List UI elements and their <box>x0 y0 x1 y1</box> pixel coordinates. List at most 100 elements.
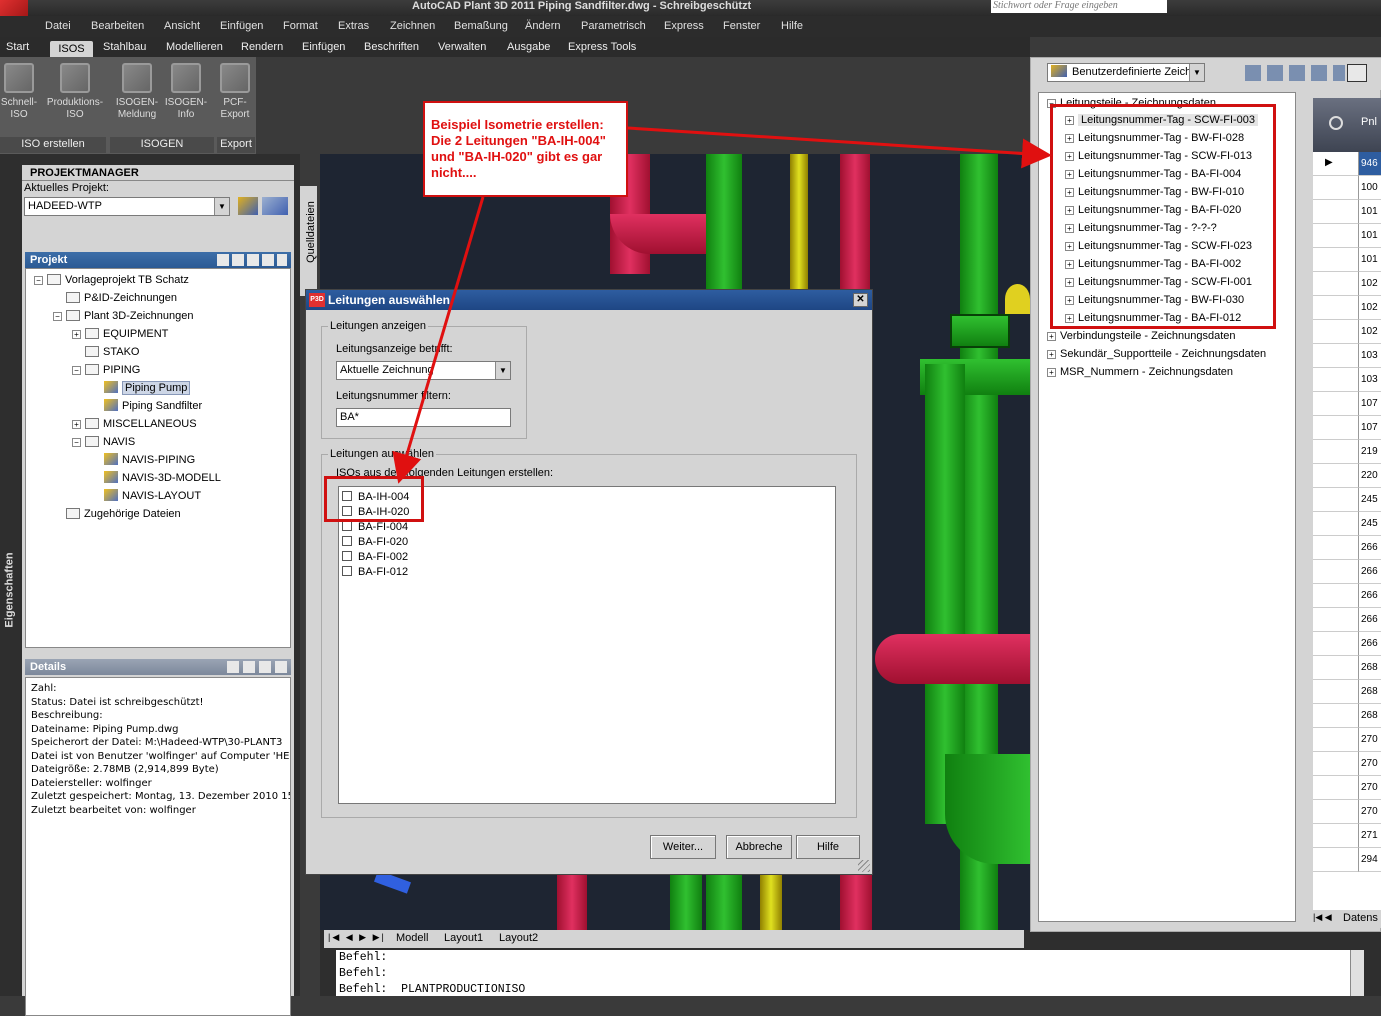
menu-express[interactable]: Express <box>664 20 704 32</box>
menu-bemassung[interactable]: Bemaßung <box>454 20 508 32</box>
tree-item[interactable]: − NAVIS <box>72 435 135 449</box>
tree-node-group[interactable]: + Verbindungsteile - Zeichnungsdaten <box>1047 329 1236 343</box>
tree-item[interactable]: STAKO <box>72 345 139 359</box>
menu-datei[interactable]: Datei <box>45 20 71 32</box>
project-settings-icon[interactable] <box>238 197 258 215</box>
grid-row-header[interactable] <box>1313 368 1359 392</box>
tab-rendern[interactable]: Rendern <box>241 41 283 53</box>
production-iso-button[interactable]: Produktions- ISO <box>44 63 106 129</box>
grid-cell[interactable]: 102 <box>1359 296 1381 320</box>
grid-cell[interactable]: 270 <box>1359 800 1381 824</box>
tree-item[interactable]: + EQUIPMENT <box>72 327 168 341</box>
grid-row-header[interactable] <box>1313 416 1359 440</box>
grid-cell[interactable]: 946 <box>1359 152 1381 176</box>
grid-cell[interactable]: 268 <box>1359 656 1381 680</box>
grid-cell[interactable]: 101 <box>1359 200 1381 224</box>
grid-cell[interactable]: 102 <box>1359 272 1381 296</box>
grid-nav-icon[interactable]: |◀ ◀ <box>1313 912 1332 923</box>
tab-einfuegen[interactable]: Einfügen <box>302 41 345 53</box>
close-button[interactable]: ✕ <box>853 293 868 307</box>
grid-cell[interactable]: 220 <box>1359 464 1381 488</box>
line-checkbox-item[interactable]: BA-FI-020 <box>342 535 408 549</box>
grid-row-header[interactable] <box>1313 776 1359 800</box>
pcf-export-button[interactable]: PCF- Export <box>212 63 258 129</box>
tree-node-group[interactable]: + Sekundär_Supportteile - Zeichnungsdaten <box>1047 347 1266 361</box>
grid-row-header[interactable]: ▶ <box>1313 152 1359 176</box>
menu-aendern[interactable]: Ändern <box>525 20 560 32</box>
project-toolbar-icons[interactable] <box>217 254 287 266</box>
grid-row-header[interactable] <box>1313 320 1359 344</box>
grid-row-header[interactable] <box>1313 632 1359 656</box>
line-checkbox-item[interactable]: BA-FI-004 <box>342 520 408 534</box>
grid-row-header[interactable] <box>1313 824 1359 848</box>
menu-einfuegen[interactable]: Einfügen <box>220 20 263 32</box>
grid-cell[interactable]: 271 <box>1359 824 1381 848</box>
grid-cell[interactable]: 101 <box>1359 224 1381 248</box>
tree-item[interactable]: Piping Sandfilter <box>91 399 202 413</box>
grid-row-header[interactable] <box>1313 248 1359 272</box>
grid-row-header[interactable] <box>1313 536 1359 560</box>
tab-verwalten[interactable]: Verwalten <box>438 41 486 53</box>
layout-nav-arrows-icon[interactable]: |◀ ◀ ▶ ▶| <box>328 932 386 943</box>
grid-row-header[interactable] <box>1313 512 1359 536</box>
checkbox[interactable] <box>342 536 352 546</box>
grid-row-header[interactable] <box>1313 728 1359 752</box>
grid-cell[interactable]: 294 <box>1359 848 1381 872</box>
expand-toggle-icon[interactable]: + <box>72 330 81 339</box>
line-checkbox-item[interactable]: BA-FI-002 <box>342 550 408 564</box>
grid-cell[interactable]: 270 <box>1359 752 1381 776</box>
grid-cell[interactable]: 103 <box>1359 344 1381 368</box>
filter-input[interactable]: BA* <box>336 408 511 427</box>
grid-cell[interactable]: 107 <box>1359 416 1381 440</box>
grid-cell[interactable]: 100 <box>1359 176 1381 200</box>
grid-cell[interactable]: 101 <box>1359 248 1381 272</box>
grid-row-header[interactable] <box>1313 752 1359 776</box>
grid-row-header[interactable] <box>1313 464 1359 488</box>
expand-toggle-icon[interactable]: + <box>1047 350 1056 359</box>
grid-row-header[interactable] <box>1313 584 1359 608</box>
grid-row-header[interactable] <box>1313 344 1359 368</box>
tab-beschriften[interactable]: Beschriften <box>364 41 419 53</box>
menu-bearbeiten[interactable]: Bearbeiten <box>91 20 144 32</box>
menu-hilfe[interactable]: Hilfe <box>781 20 803 32</box>
command-scrollbar[interactable] <box>1350 950 1364 996</box>
open-project-icon[interactable] <box>262 197 288 215</box>
tab-express-tools[interactable]: Express Tools <box>568 41 636 53</box>
tree-item[interactable]: P&ID-Zeichnungen <box>53 291 177 305</box>
properties-strip[interactable]: Eigenschaften <box>0 154 20 996</box>
checkbox[interactable] <box>342 566 352 576</box>
grid-cell[interactable]: 103 <box>1359 368 1381 392</box>
menu-fenster[interactable]: Fenster <box>723 20 760 32</box>
grid-row-header[interactable] <box>1313 176 1359 200</box>
grid-row-header[interactable] <box>1313 848 1359 872</box>
grid-row-header[interactable] <box>1313 560 1359 584</box>
tree-item[interactable]: Zugehörige Dateien <box>53 507 181 521</box>
help-button[interactable]: Hilfe <box>796 835 860 859</box>
grid-row-header[interactable] <box>1313 656 1359 680</box>
grid-row-header[interactable] <box>1313 488 1359 512</box>
grid-cell[interactable]: 268 <box>1359 680 1381 704</box>
quick-iso-button[interactable]: Schnell- ISO <box>0 63 42 129</box>
tree-item[interactable]: NAVIS-PIPING <box>91 453 195 467</box>
grid-cell[interactable]: 270 <box>1359 776 1381 800</box>
grid-cell[interactable]: 219 <box>1359 440 1381 464</box>
tree-item[interactable]: NAVIS-3D-MODELL <box>91 471 221 485</box>
grid-row-header[interactable] <box>1313 608 1359 632</box>
grid-row-header[interactable] <box>1313 296 1359 320</box>
grid-row-header[interactable] <box>1313 224 1359 248</box>
isogen-info-button[interactable]: ISOGEN- Info <box>163 63 209 129</box>
menu-zeichnen[interactable]: Zeichnen <box>390 20 435 32</box>
tab-ausgabe[interactable]: Ausgabe <box>507 41 550 53</box>
expand-toggle-icon[interactable]: − <box>34 276 43 285</box>
grid-cell[interactable]: 245 <box>1359 512 1381 536</box>
grid-row-header[interactable] <box>1313 800 1359 824</box>
grid-cell[interactable]: 268 <box>1359 704 1381 728</box>
cancel-button[interactable]: Abbreche <box>726 835 792 859</box>
expand-toggle-icon[interactable]: − <box>72 438 81 447</box>
details-toolbar-icons[interactable] <box>227 661 287 673</box>
tab-start[interactable]: Start <box>6 41 29 53</box>
expand-toggle-icon[interactable]: + <box>1047 368 1056 377</box>
isogen-message-button[interactable]: ISOGEN- Meldung <box>114 63 160 129</box>
line-checkbox-item[interactable]: BA-FI-012 <box>342 565 408 579</box>
tab-stahlbau[interactable]: Stahlbau <box>103 41 146 53</box>
